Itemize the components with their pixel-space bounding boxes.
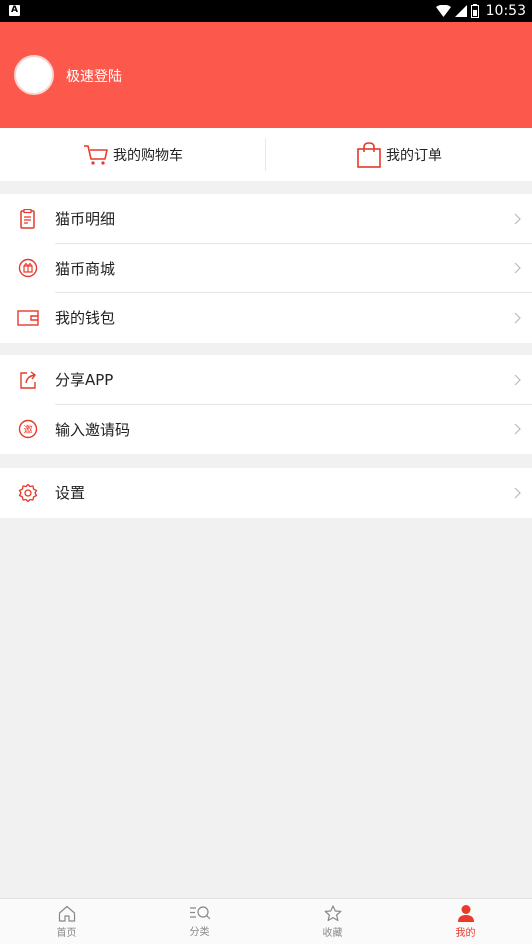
wallet-icon xyxy=(17,307,39,329)
chevron-right-icon xyxy=(514,374,521,386)
notification-a-icon: A xyxy=(9,5,20,16)
wifi-icon xyxy=(435,5,451,17)
gift-icon xyxy=(17,257,39,279)
menu-label: 输入邀请码 xyxy=(55,420,131,439)
menu-group-share: 分享APP 邀 输入邀请码 xyxy=(0,355,532,454)
svg-text:邀: 邀 xyxy=(23,424,32,436)
tab-category[interactable]: 分类 xyxy=(133,899,266,944)
menu-item-coin-details[interactable]: 猫币明细 xyxy=(0,194,532,244)
invite-icon: 邀 xyxy=(17,418,39,440)
tab-mine[interactable]: 我的 xyxy=(399,899,532,944)
profile-header: 极速登陆 xyxy=(0,22,532,128)
cart-label: 我的购物车 xyxy=(113,147,183,164)
tab-label: 我的 xyxy=(455,928,476,939)
user-icon xyxy=(457,905,474,922)
menu-label: 设置 xyxy=(55,484,86,503)
signal-icon xyxy=(454,5,467,17)
menu-item-invite-code[interactable]: 邀 输入邀请码 xyxy=(0,405,532,455)
system-indicators: 10:53 xyxy=(435,0,526,22)
menu-group-settings: 设置 xyxy=(0,468,532,518)
tab-label: 分类 xyxy=(189,927,210,938)
home-icon xyxy=(58,905,75,922)
share-icon xyxy=(17,369,39,391)
document-list-icon xyxy=(17,208,39,230)
avatar[interactable] xyxy=(14,55,54,95)
chevron-right-icon xyxy=(514,312,521,324)
battery-icon xyxy=(470,4,479,18)
chevron-right-icon xyxy=(514,262,521,274)
orders-button[interactable]: 我的订单 xyxy=(266,128,532,181)
menu-item-share-app[interactable]: 分享APP xyxy=(0,355,532,405)
menu-item-wallet[interactable]: 我的钱包 xyxy=(0,293,532,343)
bottom-tab-bar: 首页 分类 收藏 我的 xyxy=(0,898,532,944)
quick-login-link[interactable]: 极速登陆 xyxy=(66,66,122,86)
tab-label: 收藏 xyxy=(322,927,343,939)
menu-item-settings[interactable]: 设置 xyxy=(0,468,532,518)
orders-label: 我的订单 xyxy=(386,147,442,164)
tab-favorites[interactable]: 收藏 xyxy=(266,899,399,944)
menu-group-coins: 猫币明细 猫币商城 我的钱包 xyxy=(0,194,532,343)
menu-label: 我的钱包 xyxy=(55,309,116,328)
settings-icon xyxy=(17,482,39,504)
menu-label: 猫币明细 xyxy=(55,210,116,229)
chevron-right-icon xyxy=(514,487,521,499)
category-search-icon xyxy=(189,906,210,920)
chevron-right-icon xyxy=(514,213,521,225)
shopping-bag-icon xyxy=(357,141,381,168)
quick-links: 我的购物车 我的订单 xyxy=(0,128,532,181)
menu-label: 猫币商城 xyxy=(55,259,116,278)
cart-icon xyxy=(84,144,108,165)
menu-label: 分享APP xyxy=(55,371,114,390)
menu-item-coin-mall[interactable]: 猫币商城 xyxy=(0,244,532,293)
tab-home[interactable]: 首页 xyxy=(0,899,133,944)
chevron-right-icon xyxy=(514,423,521,435)
status-bar: A 10:53 xyxy=(0,0,532,22)
star-icon xyxy=(324,904,341,921)
cart-button[interactable]: 我的购物车 xyxy=(0,128,266,181)
tab-label: 首页 xyxy=(56,927,77,939)
clock: 10:53 xyxy=(485,3,526,19)
